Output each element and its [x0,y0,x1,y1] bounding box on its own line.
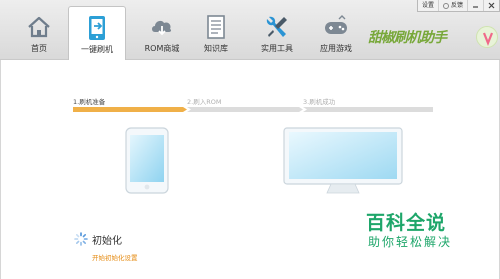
phone-illustration [125,127,169,194]
flash-device-icon [89,16,105,40]
close-icon [488,2,495,9]
nav-label-rom-store: ROM商城 [144,44,180,53]
step-segment-prepare [73,107,187,112]
nav-label-apps-games: 应用游戏 [320,44,352,53]
nav-item-tools[interactable]: 实用工具 [248,6,306,58]
monitor-illustration [283,127,403,194]
watermark-subtitle: 助你轻松解决 [368,235,453,249]
nav-label-knowledge: 知识库 [204,44,228,53]
nav-label-flash: 一键刷机 [81,45,113,54]
nav-item-apps-games[interactable]: 应用游戏 [307,6,365,58]
minimize-button[interactable] [467,0,483,11]
watermark-title: 百科全说 [366,212,447,234]
nav-item-flash[interactable]: 一键刷机 [68,6,126,60]
nav-label-tools: 实用工具 [261,44,293,53]
init-subtitle: 开始初始化设置 [92,254,138,262]
nav-item-knowledge[interactable]: 知识库 [187,6,245,58]
step-progress-bar [73,107,433,112]
feedback-button[interactable]: 反馈 [437,0,467,11]
nav-label-home: 首页 [31,44,47,53]
step-label-success: 3.刷机成功 [303,98,336,106]
close-button[interactable] [483,0,499,11]
step-label-prepare: 1.刷机准备 [73,98,106,106]
gamepad-icon [325,15,347,34]
window-controls: 设置 反馈 [416,0,500,12]
top-nav-bar: 首页 一键刷机 ROM商城 知识库 实用工具 应用游戏 设置 反馈 甜椒刷机助手 [0,0,500,60]
minimize-icon [473,6,478,8]
nav-item-rom-store[interactable]: ROM商城 [133,6,191,58]
flash-steps: 1.刷机准备 2.刷入ROM 3.刷机成功 [73,96,433,126]
cloud-download-icon [152,20,172,36]
feedback-label: 反馈 [450,2,463,9]
settings-label: 设置 [421,2,434,9]
step-segment-success [303,107,433,112]
home-icon [28,16,50,38]
settings-button[interactable]: 设置 [418,0,438,11]
init-status: 初始化 [74,231,122,247]
step-segment-flash-rom [187,107,303,112]
document-icon [207,15,225,39]
loading-spinner-icon [74,232,88,246]
tools-icon [266,16,287,37]
gear-icon [442,2,449,9]
brand-badge-icon [476,26,498,48]
init-title: 初始化 [92,235,122,247]
step-label-flash-rom: 2.刷入ROM [187,98,222,106]
nav-item-home[interactable]: 首页 [10,6,68,58]
